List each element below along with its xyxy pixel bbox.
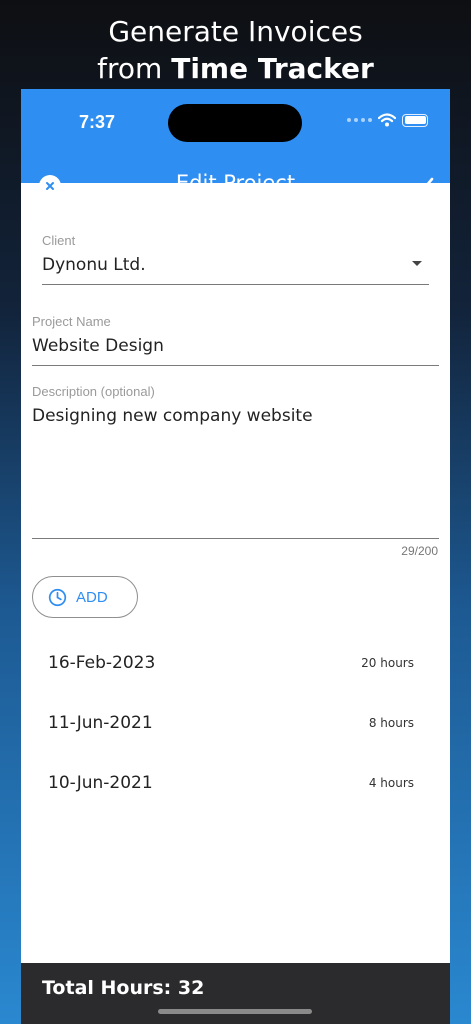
entry-hours: 8 hours	[368, 716, 414, 730]
status-bar: 7:37 Edit Project	[21, 89, 450, 197]
description-label: Description (optional)	[32, 384, 155, 399]
chevron-down-icon[interactable]	[411, 260, 423, 268]
entry-hours: 20 hours	[361, 656, 414, 670]
home-indicator[interactable]	[158, 1009, 312, 1014]
client-select[interactable]: Dynonu Ltd.	[42, 255, 146, 275]
promo-line-1: Generate Invoices	[108, 15, 363, 48]
description-underline	[32, 538, 439, 539]
promo-line-2-bold: Time Tracker	[171, 52, 374, 85]
total-hours: Total Hours: 32	[42, 977, 205, 999]
client-underline	[42, 284, 429, 285]
entry-date: 10-Jun-2021	[48, 773, 153, 793]
dynamic-island	[168, 104, 302, 142]
page-title: Edit Project	[175, 171, 296, 195]
description-char-counter: 29/200	[401, 544, 438, 558]
promo-header: Generate Invoices from Time Tracker	[0, 14, 471, 88]
entry-hours: 4 hours	[368, 776, 414, 790]
add-time-button[interactable]: ADD	[32, 576, 138, 618]
status-icons	[347, 113, 428, 127]
signal-icon	[347, 118, 372, 122]
project-name-field[interactable]: Website Design	[32, 336, 164, 356]
project-name-label: Project Name	[32, 314, 111, 329]
description-field[interactable]: Designing new company website	[32, 406, 313, 426]
promo-line-2-prefix: from	[97, 52, 172, 85]
time-entry-row[interactable]: 11-Jun-2021 8 hours	[21, 705, 450, 745]
project-name-underline	[32, 365, 439, 366]
add-button-label: ADD	[76, 588, 108, 606]
clock-icon	[48, 588, 67, 606]
wifi-icon	[378, 113, 396, 127]
time-entry-row[interactable]: 10-Jun-2021 4 hours	[21, 765, 450, 805]
phone-screen: 7:37 Edit Project Client Dynonu Ltd. Pro…	[21, 89, 450, 1024]
client-label: Client	[42, 233, 76, 248]
promo-line-2: from Time Tracker	[0, 50, 471, 88]
status-time: 7:37	[79, 112, 116, 132]
total-hours-footer: Total Hours: 32	[21, 963, 450, 1024]
entry-date: 11-Jun-2021	[48, 713, 153, 733]
entry-date: 16-Feb-2023	[48, 653, 156, 673]
battery-icon	[402, 113, 428, 127]
checkmark-icon[interactable]	[412, 173, 436, 197]
time-entry-row[interactable]: 16-Feb-2023 20 hours	[21, 645, 450, 685]
